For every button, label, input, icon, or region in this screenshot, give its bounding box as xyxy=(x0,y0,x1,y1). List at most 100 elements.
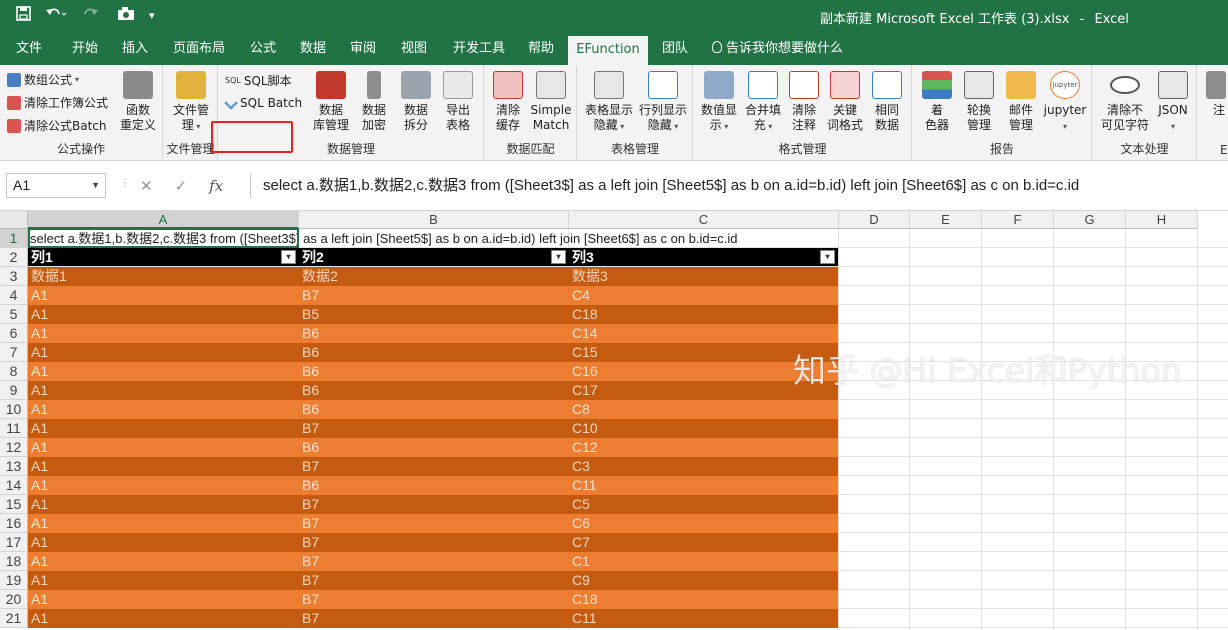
row-header[interactable]: 21 xyxy=(0,609,28,628)
tab-review[interactable]: 审阅 xyxy=(342,33,384,65)
formula-input[interactable]: select a.数据1,b.数据2,c.数据3 from ([Sheet3$]… xyxy=(250,173,1228,198)
row-header[interactable]: 18 xyxy=(0,552,28,571)
column-header-b[interactable]: B xyxy=(299,211,569,229)
table-cell[interactable]: B7 xyxy=(299,552,569,571)
table-header-cell[interactable]: 列3 ▾ xyxy=(569,248,838,266)
row-header[interactable]: 19 xyxy=(0,571,28,590)
table-cell[interactable]: A1 xyxy=(28,419,299,438)
filter-dropdown-icon[interactable]: ▾ xyxy=(820,250,835,264)
table-cell[interactable]: C7 xyxy=(569,533,838,552)
table-cell[interactable]: A1 xyxy=(28,609,299,628)
row-header[interactable]: 5 xyxy=(0,305,28,324)
data-encrypt-button[interactable]: 数据 加密 xyxy=(357,71,391,133)
table-cell[interactable]: A1 xyxy=(28,590,299,609)
row-header[interactable]: 13 xyxy=(0,457,28,476)
clear-formula-batch-button[interactable]: 清除公式Batch xyxy=(7,115,107,137)
number-display-button[interactable]: 数值显 示 ▾ xyxy=(698,71,740,134)
table-cell[interactable]: B7 xyxy=(299,590,569,609)
json-button[interactable]: JSON ▾ xyxy=(1153,71,1193,134)
row-header[interactable]: 12 xyxy=(0,438,28,457)
table-cell[interactable]: B7 xyxy=(299,286,569,305)
table-cell[interactable]: C18 xyxy=(569,305,838,324)
table-cell[interactable]: C1 xyxy=(569,552,838,571)
colorizer-button[interactable]: 着 色器 xyxy=(919,71,955,133)
tab-help[interactable]: 帮助 xyxy=(520,33,562,65)
drag-handle-icon[interactable]: ⋮ xyxy=(120,178,130,189)
table-cell[interactable]: B7 xyxy=(299,514,569,533)
table-cell[interactable]: A1 xyxy=(28,305,299,324)
select-all-corner[interactable] xyxy=(0,211,28,229)
table-cell[interactable]: A1 xyxy=(28,286,299,305)
row-header[interactable]: 4 xyxy=(0,286,28,305)
row-header[interactable]: 8 xyxy=(0,362,28,381)
column-header-f[interactable]: F xyxy=(982,211,1054,229)
row-header[interactable]: 10 xyxy=(0,400,28,419)
table-cell[interactable]: A1 xyxy=(28,381,299,400)
table-cell[interactable]: B7 xyxy=(299,609,569,628)
table-cell[interactable]: 数据3 xyxy=(569,267,838,286)
row-header[interactable]: 9 xyxy=(0,381,28,400)
export-table-button[interactable]: 导出 表格 xyxy=(441,71,475,133)
table-cell[interactable]: C14 xyxy=(569,324,838,343)
table-cell[interactable]: B7 xyxy=(299,495,569,514)
cancel-icon[interactable]: ✕ xyxy=(140,177,153,195)
row-header[interactable]: 1 xyxy=(0,229,28,248)
table-cell[interactable]: B7 xyxy=(299,457,569,476)
function-redefine-button[interactable]: 函数 重定义 xyxy=(118,71,158,133)
redo-icon[interactable] xyxy=(81,6,103,26)
table-cell[interactable]: C6 xyxy=(569,514,838,533)
table-cell[interactable]: A1 xyxy=(28,400,299,419)
row-header[interactable]: 11 xyxy=(0,419,28,438)
column-header-h[interactable]: H xyxy=(1126,211,1198,229)
tab-efunction[interactable]: EFunction xyxy=(568,36,648,65)
row-header[interactable]: 6 xyxy=(0,324,28,343)
row-header[interactable]: 7 xyxy=(0,343,28,362)
table-cell[interactable]: A1 xyxy=(28,514,299,533)
row-header[interactable]: 16 xyxy=(0,514,28,533)
table-show-hide-button[interactable]: 表格显示 隐藏 ▾ xyxy=(582,71,636,134)
same-data-button[interactable]: 相同 数据 xyxy=(868,71,906,133)
table-cell[interactable]: C4 xyxy=(569,286,838,305)
customize-qat-icon[interactable]: ▾ xyxy=(149,6,155,26)
data-split-button[interactable]: 数据 拆分 xyxy=(399,71,433,133)
table-cell[interactable]: B7 xyxy=(299,419,569,438)
database-management-button[interactable]: 数据 库管理 xyxy=(311,71,351,133)
sql-script-button[interactable]: SQL SQL脚本 xyxy=(225,70,292,92)
table-cell[interactable]: B6 xyxy=(299,343,569,362)
table-cell[interactable]: B5 xyxy=(299,305,569,324)
table-cell[interactable]: C8 xyxy=(569,400,838,419)
register-button[interactable]: 注 xyxy=(1204,71,1228,118)
tab-data[interactable]: 数据 xyxy=(292,33,334,65)
simple-match-button[interactable]: Simple Match xyxy=(529,71,573,133)
clear-cache-button[interactable]: 清除 缓存 xyxy=(491,71,525,133)
table-cell[interactable]: B7 xyxy=(299,533,569,552)
camera-icon[interactable] xyxy=(117,6,135,26)
tab-home[interactable]: 开始 xyxy=(64,33,106,65)
rotation-management-button[interactable]: 轮换 管理 xyxy=(961,71,997,133)
column-header-a[interactable]: A xyxy=(28,211,299,229)
table-cell[interactable]: A1 xyxy=(28,552,299,571)
clear-workbook-formula-button[interactable]: 清除工作簿公式 xyxy=(7,92,108,114)
jupyter-button[interactable]: jupyter jupyter ▾ xyxy=(1043,71,1087,134)
tab-view[interactable]: 视图 xyxy=(393,33,435,65)
chevron-down-icon[interactable]: ▼ xyxy=(91,174,100,197)
tab-team[interactable]: 团队 xyxy=(654,33,696,65)
row-header[interactable]: 20 xyxy=(0,590,28,609)
row-header[interactable]: 2 xyxy=(0,248,28,267)
table-cell[interactable]: B7 xyxy=(299,571,569,590)
table-cell[interactable]: A1 xyxy=(28,438,299,457)
merge-fill-button[interactable]: 合并填 充 ▾ xyxy=(742,71,784,134)
clear-comments-button[interactable]: 清除 注释 xyxy=(786,71,822,133)
table-cell[interactable]: A1 xyxy=(28,457,299,476)
table-cell[interactable]: 数据2 xyxy=(299,267,569,286)
table-cell[interactable]: A1 xyxy=(28,571,299,590)
column-header-e[interactable]: E xyxy=(910,211,982,229)
table-cell[interactable]: C18 xyxy=(569,590,838,609)
table-cell[interactable]: B6 xyxy=(299,400,569,419)
tab-formulas[interactable]: 公式 xyxy=(242,33,284,65)
tab-developer[interactable]: 开发工具 xyxy=(448,33,510,65)
undo-icon[interactable] xyxy=(45,6,67,26)
name-box[interactable]: A1 ▼ xyxy=(6,173,106,198)
table-cell[interactable]: A1 xyxy=(28,533,299,552)
table-cell[interactable]: B6 xyxy=(299,381,569,400)
